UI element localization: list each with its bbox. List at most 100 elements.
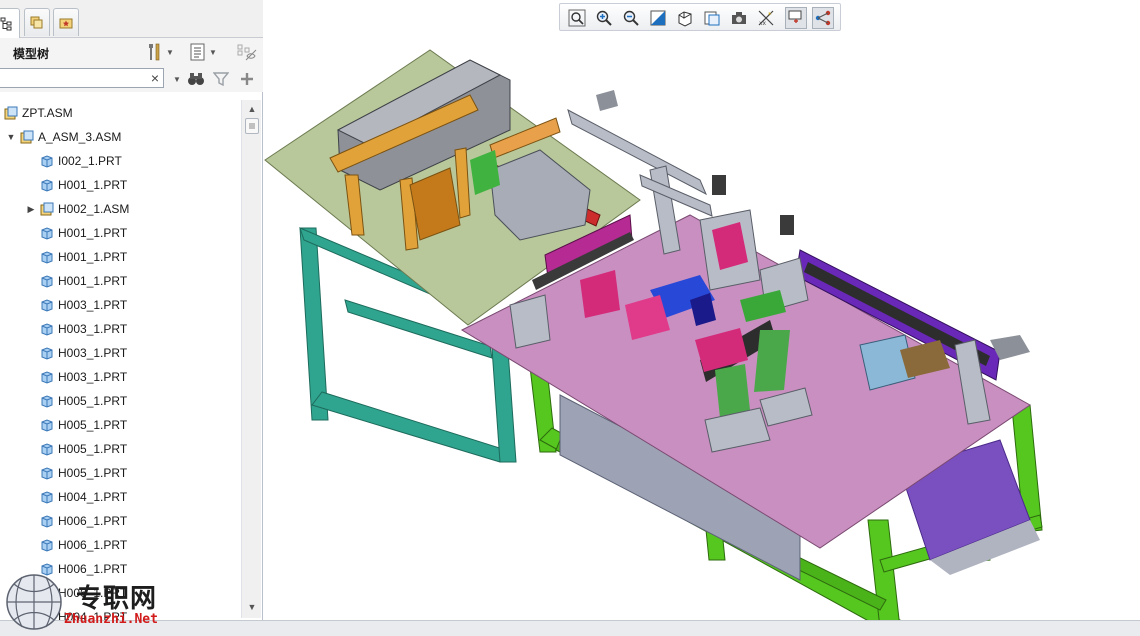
part-icon <box>41 155 53 168</box>
part-icon <box>41 227 53 240</box>
find-button[interactable] <box>187 70 205 88</box>
cad-application: 模型树 ▼ ▼ × ▼ ZPT.ASM ▼ A_ASM_3.ASM I002_1… <box>0 0 1140 636</box>
tree-item-label: H006_1.PRT <box>58 538 128 552</box>
part-icon <box>41 419 53 432</box>
part-icon <box>41 347 53 360</box>
tree-item[interactable]: I002_1.PRT <box>26 150 122 172</box>
svg-text:xx: xx <box>759 20 767 27</box>
tree-item[interactable]: H005_1.PRT <box>26 390 127 412</box>
tree-structure-icon <box>0 17 12 31</box>
tree-scrollbar[interactable]: ▲ ▼ <box>241 100 261 618</box>
collapse-arrow-icon[interactable]: ▼ <box>6 132 16 142</box>
tree-item[interactable]: H004_1.PRT <box>26 486 127 508</box>
tree-item[interactable]: H001_1.PRT <box>26 174 127 196</box>
chevron-down-icon: ▼ <box>173 74 181 84</box>
tree-item-label: H001_1.PRT <box>58 178 128 192</box>
part-icon <box>41 323 53 336</box>
view-toolbar: * xx <box>559 3 841 31</box>
zoom-out-button[interactable] <box>620 7 642 29</box>
panel-tab-strip <box>0 0 263 39</box>
tree-item[interactable]: H005_1.PRT <box>26 414 127 436</box>
zoom-out-icon <box>623 10 639 26</box>
part-icon <box>41 275 53 288</box>
tree-item[interactable]: H006_1.PRT <box>26 510 127 532</box>
tree-header: 模型树 ▼ ▼ <box>0 38 263 66</box>
scroll-thumb[interactable] <box>245 118 259 134</box>
tree-item[interactable]: H001_1.PRT <box>26 246 127 268</box>
scroll-up-button[interactable]: ▲ <box>244 102 260 116</box>
display-style-button[interactable] <box>674 7 696 29</box>
site-watermark: 专职网 Zhuanzhi.Net <box>4 572 184 632</box>
tree-item-label: H001_1.PRT <box>58 250 128 264</box>
view-manager-button[interactable] <box>728 7 750 29</box>
tree-item-label: H003_1.PRT <box>58 298 128 312</box>
scroll-down-button[interactable]: ▼ <box>244 600 260 614</box>
tree-item[interactable]: ZPT.ASM <box>4 102 73 124</box>
expand-arrow-icon[interactable]: ▶ <box>26 204 36 215</box>
tools-icon <box>149 43 160 61</box>
part-icon <box>41 467 53 480</box>
tree-item[interactable]: ▼ A_ASM_3.ASM <box>6 126 122 148</box>
saved-views-button[interactable] <box>701 7 723 29</box>
tree-item-label: H006_1.PRT <box>58 514 128 528</box>
tree-item[interactable]: H006_1.PRT <box>26 534 127 556</box>
part-icon <box>41 395 53 408</box>
hidden-items-icon <box>237 44 257 61</box>
search-row: × ▼ <box>0 66 263 92</box>
tree-item-label: H001_1.PRT <box>58 226 128 240</box>
search-options-button[interactable]: ▼ <box>170 70 181 88</box>
display-style-icon <box>678 11 692 27</box>
list-options-icon <box>190 43 205 61</box>
filter-button[interactable] <box>213 70 229 88</box>
clear-search-button[interactable]: × <box>151 70 159 86</box>
search-input[interactable]: × <box>0 68 164 88</box>
part-icon <box>41 515 53 528</box>
tree-item[interactable]: H003_1.PRT <box>26 294 127 316</box>
graphics-viewport[interactable] <box>263 0 1140 636</box>
spin-center-icon <box>788 10 802 23</box>
model-tree: ZPT.ASM ▼ A_ASM_3.ASM I002_1.PRT H001_1.PRT ▶… <box>0 100 241 620</box>
tree-item-label: H004_1.PRT <box>58 490 128 504</box>
chevron-down-icon: ▼ <box>166 47 174 57</box>
datum-display-icon: *xx <box>758 10 774 27</box>
tree-item[interactable]: ▶ H002_1.ASM <box>26 198 130 220</box>
part-icon <box>41 251 53 264</box>
tree-filter-toggle[interactable] <box>235 42 257 62</box>
add-column-button[interactable] <box>240 70 254 88</box>
tree-item[interactable]: H005_1.PRT <box>26 462 127 484</box>
tree-item[interactable]: H001_1.PRT <box>26 270 127 292</box>
tree-item-label: H005_1.PRT <box>58 394 128 408</box>
model-tree-tab[interactable] <box>0 8 20 39</box>
tree-item[interactable]: H001_1.PRT <box>26 222 127 244</box>
favorites-folder-icon <box>59 18 73 28</box>
favorites-tab[interactable] <box>53 8 79 36</box>
part-icon <box>41 179 53 192</box>
settings-tools-button[interactable]: ▼ <box>147 42 174 62</box>
annotation-display-button[interactable] <box>812 7 834 29</box>
plus-icon <box>241 73 253 85</box>
assembly-icon <box>40 202 54 216</box>
spin-center-button[interactable] <box>785 7 807 29</box>
tree-item[interactable]: H003_1.PRT <box>26 342 127 364</box>
tree-item[interactable]: H005_1.PRT <box>26 438 127 460</box>
zoom-in-button[interactable] <box>593 7 615 29</box>
assembly-icon <box>4 106 18 120</box>
part-icon <box>41 443 53 456</box>
show-options-button[interactable]: ▼ <box>190 42 217 62</box>
tree-item-label: ZPT.ASM <box>22 106 73 120</box>
repaint-button[interactable] <box>647 7 669 29</box>
part-icon <box>41 299 53 312</box>
annotation-display-icon <box>815 10 831 26</box>
part-icon <box>41 539 53 552</box>
tree-item-label: A_ASM_3.ASM <box>38 130 122 144</box>
tree-item-label: H005_1.PRT <box>58 466 128 480</box>
tree-item-label: H003_1.PRT <box>58 346 128 360</box>
datum-display-button[interactable]: * xx <box>756 7 778 29</box>
filter-funnel-icon <box>213 72 229 87</box>
assembly-model-render <box>264 49 1043 631</box>
tree-item-label: H003_1.PRT <box>58 370 128 384</box>
tree-item[interactable]: H003_1.PRT <box>26 318 127 340</box>
tree-item[interactable]: H003_1.PRT <box>26 366 127 388</box>
layers-tab[interactable] <box>24 8 50 36</box>
refit-button[interactable] <box>566 7 588 29</box>
